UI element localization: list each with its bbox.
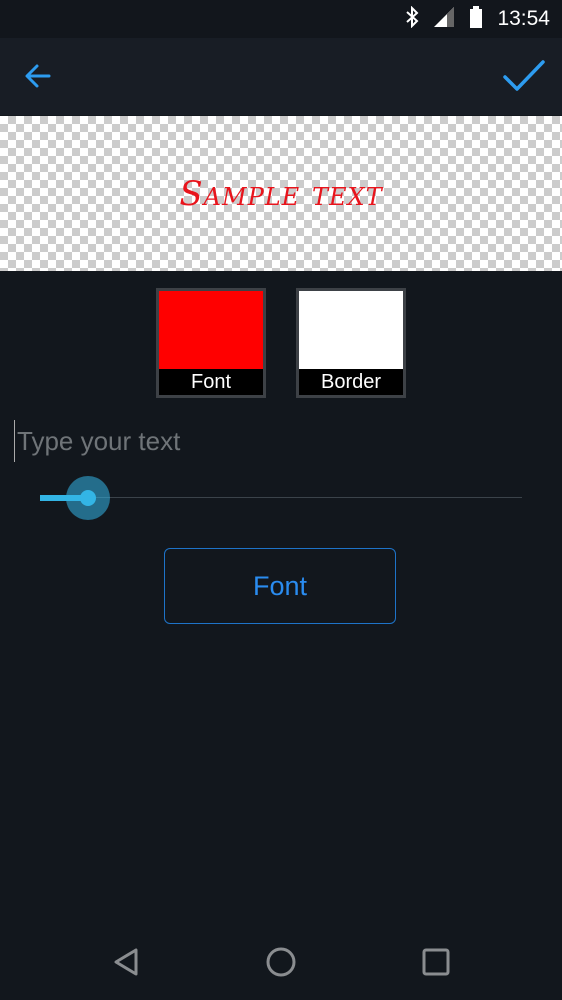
back-button[interactable]	[14, 52, 62, 100]
border-color-swatch[interactable]: Border	[296, 288, 406, 398]
font-color-swatch[interactable]: Font	[156, 288, 266, 398]
size-slider[interactable]	[40, 474, 522, 522]
signal-icon	[433, 6, 455, 33]
nav-home-button[interactable]	[251, 938, 311, 986]
border-color-fill	[299, 291, 403, 369]
bluetooth-icon	[405, 5, 419, 33]
confirm-button[interactable]	[500, 52, 548, 100]
recents-square-icon	[422, 948, 450, 976]
back-triangle-icon	[114, 948, 138, 976]
clock: 13:54	[497, 7, 550, 30]
font-color-fill	[159, 291, 263, 369]
font-button[interactable]: Font	[164, 548, 396, 624]
nav-back-button[interactable]	[96, 938, 156, 986]
toolbar	[0, 38, 562, 115]
nav-recents-button[interactable]	[406, 938, 466, 986]
slider-track	[40, 497, 522, 498]
battery-icon	[469, 5, 483, 34]
status-icons: 13:54	[405, 0, 550, 38]
home-circle-icon	[266, 947, 296, 977]
status-bar: 13:54	[0, 0, 562, 38]
font-color-label: Font	[159, 369, 263, 395]
arrow-left-icon	[25, 64, 51, 88]
checkmark-icon	[503, 60, 545, 91]
text-input[interactable]	[14, 420, 537, 462]
navigation-bar	[0, 928, 562, 1000]
text-preview: Sample text	[0, 116, 562, 271]
slider-thumb[interactable]	[80, 490, 97, 506]
sample-text: Sample text	[179, 173, 383, 214]
border-color-label: Border	[299, 369, 403, 395]
